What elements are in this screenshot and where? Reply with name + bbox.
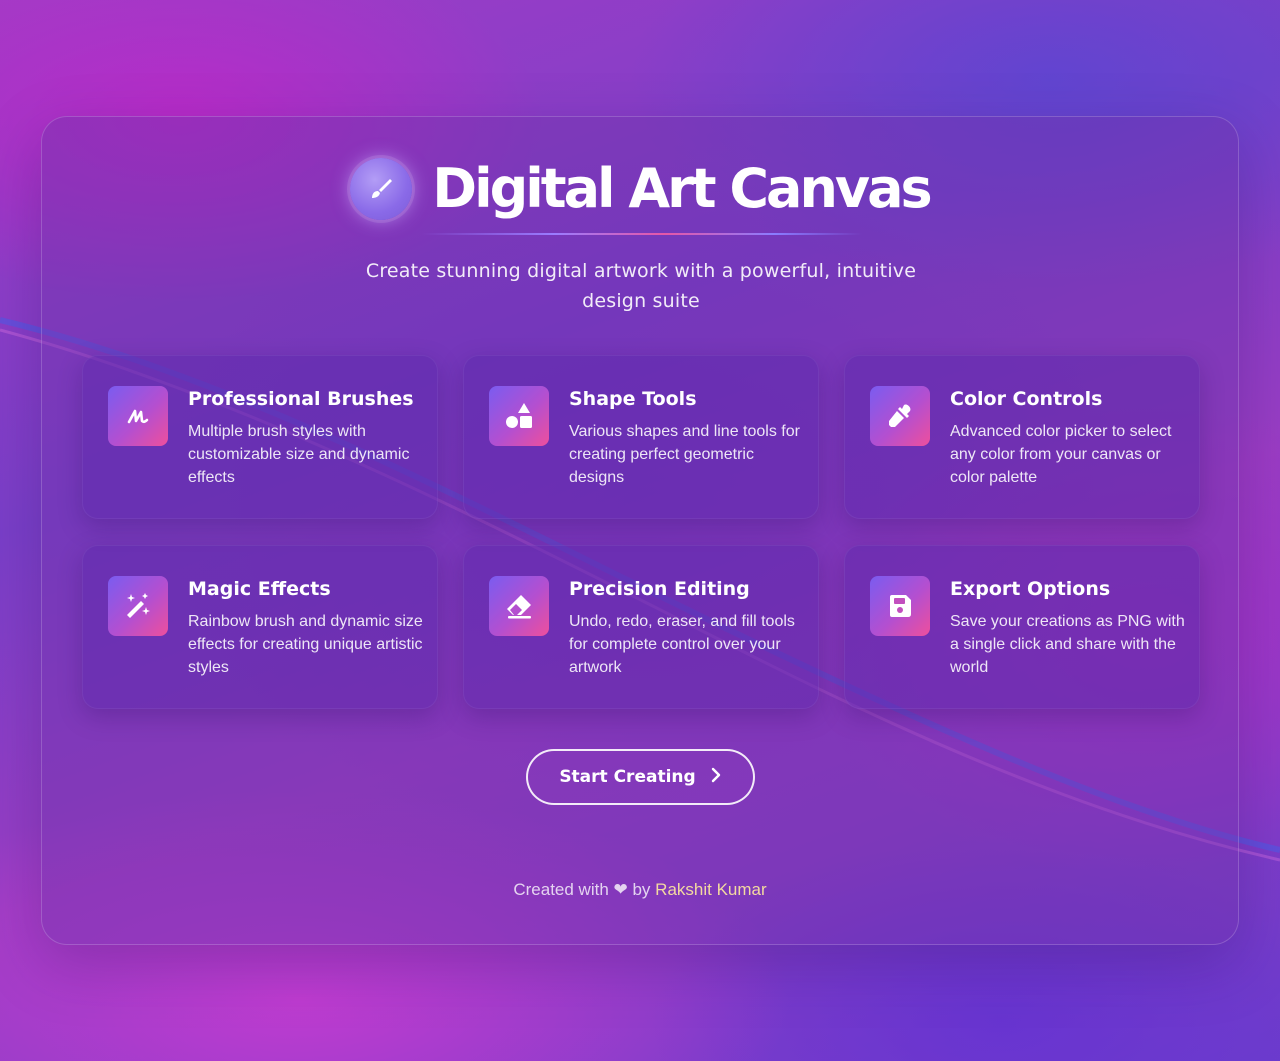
shapes-icon — [489, 386, 549, 446]
eraser-icon — [489, 576, 549, 636]
feature-title: Shape Tools — [569, 388, 697, 410]
feature-description: Save your creations as PNG with a single… — [950, 613, 1185, 676]
save-icon — [870, 576, 930, 636]
title-divider — [422, 233, 862, 235]
feature-title: Export Options — [950, 578, 1111, 600]
author-link[interactable]: Rakshit Kumar — [655, 880, 766, 899]
feature-description: Multiple brush styles with customizable … — [188, 423, 410, 486]
feature-card[interactable]: Shape Tools Various shapes and line tool… — [463, 355, 819, 519]
feature-title: Magic Effects — [188, 578, 331, 600]
feature-title: Color Controls — [950, 388, 1103, 410]
feature-card[interactable]: Export Options Save your creations as PN… — [844, 545, 1200, 709]
page-header: Digital Art Canvas — [42, 157, 1238, 220]
brush-stroke-icon — [108, 386, 168, 446]
chevron-right-icon — [710, 767, 722, 788]
feature-title: Professional Brushes — [188, 388, 414, 410]
magic-wand-icon — [108, 576, 168, 636]
feature-description: Advanced color picker to select any colo… — [950, 423, 1172, 486]
page-subtitle: Create stunning digital artwork with a p… — [365, 260, 917, 312]
start-creating-button[interactable]: Start Creating — [526, 749, 755, 805]
feature-description: Various shapes and line tools for creati… — [569, 423, 800, 486]
page-title: Digital Art Canvas — [432, 157, 932, 220]
feature-description: Rainbow brush and dynamic size effects f… — [188, 613, 423, 676]
footer-prefix: Created with ❤ by — [513, 880, 651, 899]
start-creating-label: Start Creating — [559, 767, 696, 787]
main-panel: Digital Art Canvas Create stunning digit… — [41, 116, 1239, 945]
feature-card[interactable]: Magic Effects Rainbow brush and dynamic … — [82, 545, 438, 709]
footer-credit: Created with ❤ by Rakshit Kumar — [42, 880, 1238, 900]
paintbrush-icon — [350, 157, 413, 220]
feature-card[interactable]: Precision Editing Undo, redo, eraser, an… — [463, 545, 819, 709]
feature-title: Precision Editing — [569, 578, 750, 600]
eyedropper-icon — [870, 386, 930, 446]
feature-card[interactable]: Color Controls Advanced color picker to … — [844, 355, 1200, 519]
feature-description: Undo, redo, eraser, and fill tools for c… — [569, 613, 795, 676]
feature-card[interactable]: Professional Brushes Multiple brush styl… — [82, 355, 438, 519]
